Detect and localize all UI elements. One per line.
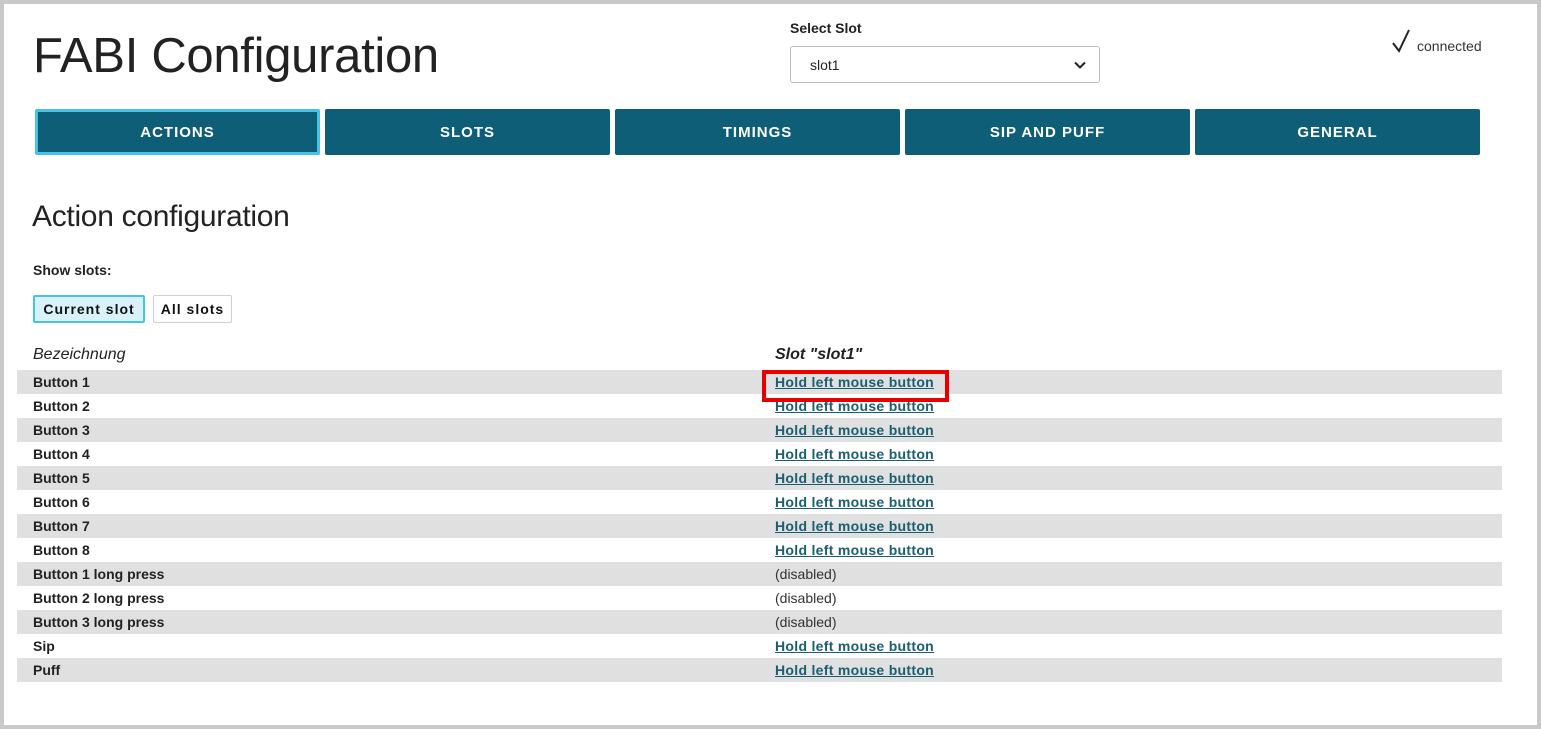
column-header-slot: Slot "slot1" [775, 346, 863, 363]
app-frame: FABI Configuration Select Slot slot1 con… [0, 0, 1541, 729]
row-name: Button 7 [33, 518, 90, 534]
status-text: connected [1417, 38, 1482, 54]
table-row: Button 8 Hold left mouse button [17, 538, 1502, 562]
row-name: Button 3 long press [33, 614, 165, 630]
table-row: Button 5 Hold left mouse button [17, 466, 1502, 490]
check-icon [1392, 29, 1410, 53]
action-link[interactable]: Hold left mouse button [775, 638, 934, 654]
action-table: Button 1 Hold left mouse button Button 2… [17, 370, 1502, 682]
tab-sip-and-puff[interactable]: SIP AND PUFF [905, 109, 1190, 155]
tab-slots[interactable]: SLOTS [325, 109, 610, 155]
table-row: Puff Hold left mouse button [17, 658, 1502, 682]
section-title: Action configuration [32, 200, 290, 233]
select-slot-label: Select Slot [790, 20, 862, 36]
table-row: Button 6 Hold left mouse button [17, 490, 1502, 514]
table-row: Button 2 Hold left mouse button [17, 394, 1502, 418]
action-disabled-text: (disabled) [775, 614, 837, 630]
action-link[interactable]: Hold left mouse button [775, 494, 934, 510]
slot-select-value: slot1 [810, 56, 840, 73]
table-row: Button 1 long press (disabled) [17, 562, 1502, 586]
row-name: Button 6 [33, 494, 90, 510]
action-link[interactable]: Hold left mouse button [775, 662, 934, 678]
page-title: FABI Configuration [33, 29, 439, 83]
highlight-annotation-box [762, 370, 949, 402]
action-disabled-text: (disabled) [775, 590, 837, 606]
row-name: Button 1 [33, 374, 90, 390]
row-name: Button 1 long press [33, 566, 165, 582]
all-slots-button[interactable]: All slots [153, 295, 232, 323]
row-name: Sip [33, 638, 55, 654]
current-slot-button[interactable]: Current slot [33, 295, 145, 323]
table-header: Bezeichnung Slot "slot1" [17, 344, 1502, 368]
action-link[interactable]: Hold left mouse button [775, 446, 934, 462]
action-link[interactable]: Hold left mouse button [775, 542, 934, 558]
column-header-name: Bezeichnung [33, 346, 126, 363]
action-link[interactable]: Hold left mouse button [775, 422, 934, 438]
row-name: Button 8 [33, 542, 90, 558]
tab-general[interactable]: GENERAL [1195, 109, 1480, 155]
slot-select[interactable]: slot1 [790, 46, 1100, 83]
table-row: Button 3 long press (disabled) [17, 610, 1502, 634]
table-row: Button 3 Hold left mouse button [17, 418, 1502, 442]
show-slots-label: Show slots: [33, 262, 112, 278]
table-row: Button 1 Hold left mouse button [17, 370, 1502, 394]
action-link[interactable]: Hold left mouse button [775, 470, 934, 486]
row-name: Puff [33, 662, 61, 678]
table-row: Button 7 Hold left mouse button [17, 514, 1502, 538]
chevron-down-icon [1074, 61, 1086, 69]
row-name: Button 2 [33, 398, 90, 414]
tab-timings[interactable]: TIMINGS [615, 109, 900, 155]
row-name: Button 3 [33, 422, 90, 438]
connection-status: connected [1391, 28, 1482, 54]
action-link[interactable]: Hold left mouse button [775, 518, 934, 534]
main-tabs: ACTIONS SLOTS TIMINGS SIP AND PUFF GENER… [35, 109, 1480, 155]
table-row: Button 2 long press (disabled) [17, 586, 1502, 610]
table-row: Sip Hold left mouse button [17, 634, 1502, 658]
table-row: Button 4 Hold left mouse button [17, 442, 1502, 466]
row-name: Button 2 long press [33, 590, 165, 606]
row-name: Button 4 [33, 446, 90, 462]
row-name: Button 5 [33, 470, 90, 486]
action-disabled-text: (disabled) [775, 566, 837, 582]
tab-actions[interactable]: ACTIONS [35, 109, 320, 155]
